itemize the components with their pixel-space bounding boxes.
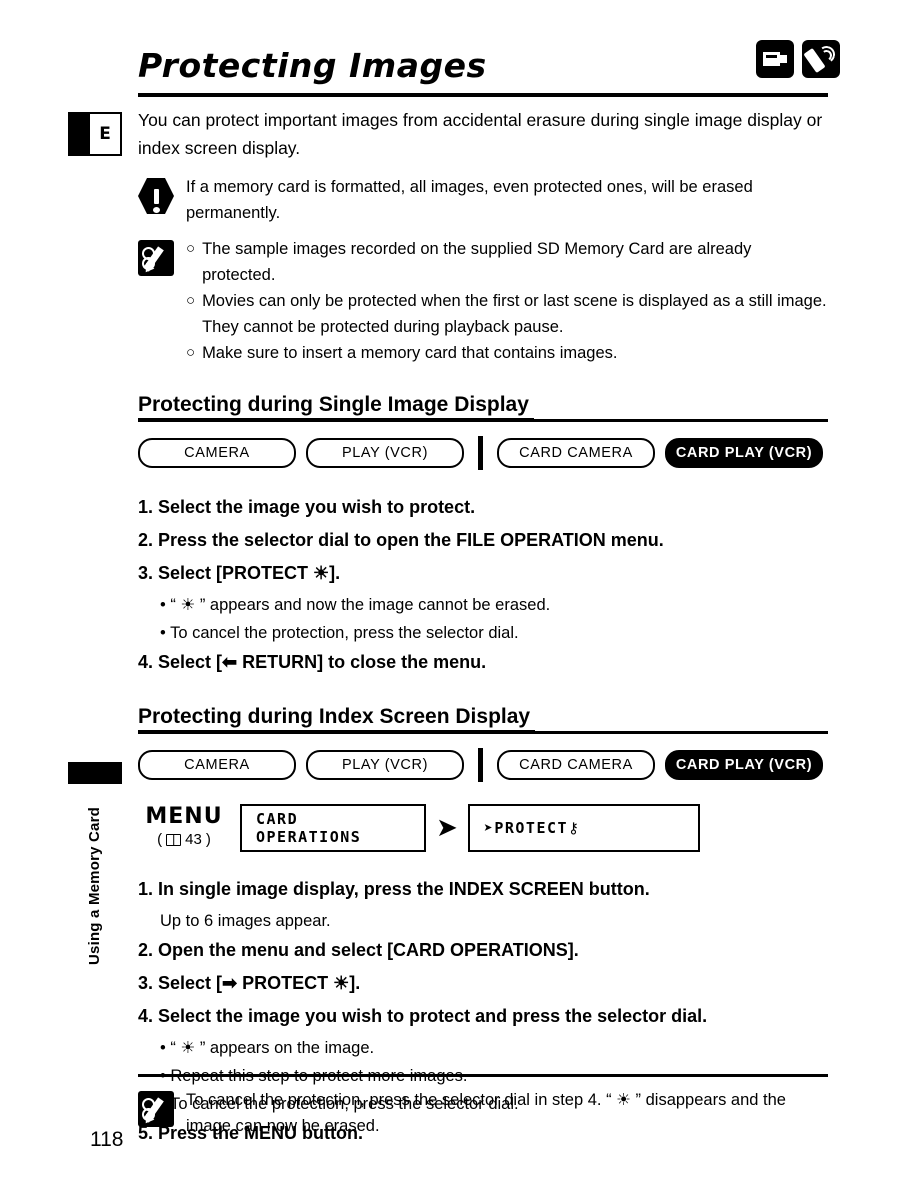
menu-label: MENU ( 43 ) [138, 805, 230, 851]
memo-icon [138, 240, 174, 276]
note-bullet: ○ [186, 344, 196, 361]
step-item: 1. In single image display, press the IN… [138, 879, 650, 899]
mode-divider [478, 436, 483, 470]
menu-arrow-glyph: ➤ [483, 819, 495, 837]
page-content: You can protect important images from ac… [138, 106, 828, 1151]
chapter-label: Using a Memory Card [86, 806, 103, 965]
footer-divider [138, 1074, 828, 1077]
footer-note-text: To cancel the protection, press the sele… [186, 1091, 786, 1135]
menu-box-protect[interactable]: ➤ PROTECT ⚷ [467, 804, 700, 852]
mode-button-play-vcr[interactable]: PLAY (VCR) [306, 750, 464, 780]
page-header: Protecting Images [138, 44, 828, 96]
warning-block: If a memory card is formatted, all image… [138, 174, 828, 226]
note-item: ○ The sample images recorded on the supp… [186, 236, 828, 288]
note-item-text: The sample images recorded on the suppli… [202, 240, 752, 284]
page-title: Protecting Images [138, 46, 487, 85]
footer-note-block: To cancel the protection, press the sele… [138, 1074, 828, 1149]
section-heading-index-screen: Protecting during Index Screen Display [138, 704, 828, 734]
book-icon [166, 834, 182, 846]
menu-box-protect-label: PROTECT [494, 819, 569, 837]
mode-divider [478, 748, 483, 782]
section-title: Protecting during Single Image Display [138, 392, 534, 421]
step-bullet: • To cancel the protection, press the se… [160, 624, 519, 642]
menu-page-reference: ( 43 ) [138, 829, 230, 851]
step-item: 2. Press the selector dial to open the F… [138, 530, 664, 550]
note-item: ○ Make sure to insert a memory card that… [186, 340, 828, 366]
menu-navigation-diagram: MENU ( 43 ) CARD OPERATIONS ➤ ➤ PROTECT … [138, 804, 828, 852]
card-camera-icon [756, 40, 794, 78]
step-item: 4. Select [⬅ RETURN] to close the menu. [138, 652, 487, 672]
warning-icon [138, 178, 174, 214]
mode-row-single-image: CAMERA PLAY (VCR) CARD CAMERA CARD PLAY … [138, 436, 828, 470]
title-divider [138, 93, 828, 97]
step-item: 3. Select [➡ PROTECT ☀]. [138, 973, 361, 993]
step-item: 4. Select the image you wish to protect … [138, 1006, 708, 1026]
memo-icon [138, 1091, 174, 1127]
mode-button-camera[interactable]: CAMERA [138, 438, 296, 468]
language-badge: E [68, 112, 122, 156]
section-title: Protecting during Index Screen Display [138, 704, 536, 733]
notes-list: ○ The sample images recorded on the supp… [186, 236, 828, 366]
step-item: 3. Select [PROTECT ☀]. [138, 563, 341, 583]
remote-control-icon [802, 40, 840, 78]
mode-button-camera[interactable]: CAMERA [138, 750, 296, 780]
menu-word: MENU [145, 804, 223, 829]
header-icon-group [756, 40, 840, 78]
language-badge-block [70, 114, 90, 154]
mode-button-card-play-vcr[interactable]: CARD PLAY (VCR) [665, 750, 823, 780]
step-bullet: • “ ☀ ” appears on the image. [160, 1039, 375, 1057]
menu-box-card-operations[interactable]: CARD OPERATIONS [240, 804, 426, 852]
chevron-right-icon: ➤ [436, 813, 458, 843]
mode-button-card-camera[interactable]: CARD CAMERA [497, 438, 655, 468]
step-item: 1. Select the image you wish to protect. [138, 497, 476, 517]
mode-button-card-play-vcr[interactable]: CARD PLAY (VCR) [665, 438, 823, 468]
intro-paragraph: You can protect important images from ac… [138, 110, 823, 158]
note-item-text: Make sure to insert a memory card that c… [202, 344, 618, 362]
step-note: Up to 6 images appear. [160, 912, 331, 930]
steps-single-image: 1. Select the image you wish to protect.… [138, 492, 828, 678]
step-item: 2. Open the menu and select [CARD OPERAT… [138, 940, 579, 960]
note-item: ○ Movies can only be protected when the … [186, 288, 828, 340]
notes-block: ○ The sample images recorded on the supp… [138, 236, 828, 366]
mode-button-play-vcr[interactable]: PLAY (VCR) [306, 438, 464, 468]
language-badge-letter: E [99, 124, 111, 144]
manual-page: Protecting Images E Using a Memory Card … [0, 0, 918, 1188]
section-heading-single-image: Protecting during Single Image Display [138, 392, 828, 422]
step-bullet: • “ ☀ ” appears and now the image cannot… [160, 596, 551, 614]
menu-page-number: 43 [185, 831, 202, 848]
warning-text: If a memory card is formatted, all image… [186, 178, 753, 222]
mode-button-card-camera[interactable]: CARD CAMERA [497, 750, 655, 780]
chapter-tab-marker [68, 762, 122, 784]
note-bullet: ○ [186, 240, 196, 257]
mode-row-index-screen: CAMERA PLAY (VCR) CARD CAMERA CARD PLAY … [138, 748, 828, 782]
page-number: 118 [90, 1128, 124, 1151]
note-item-text: Movies can only be protected when the fi… [202, 292, 827, 336]
protect-key-icon: ⚷ [568, 819, 579, 837]
note-bullet: ○ [186, 292, 196, 309]
